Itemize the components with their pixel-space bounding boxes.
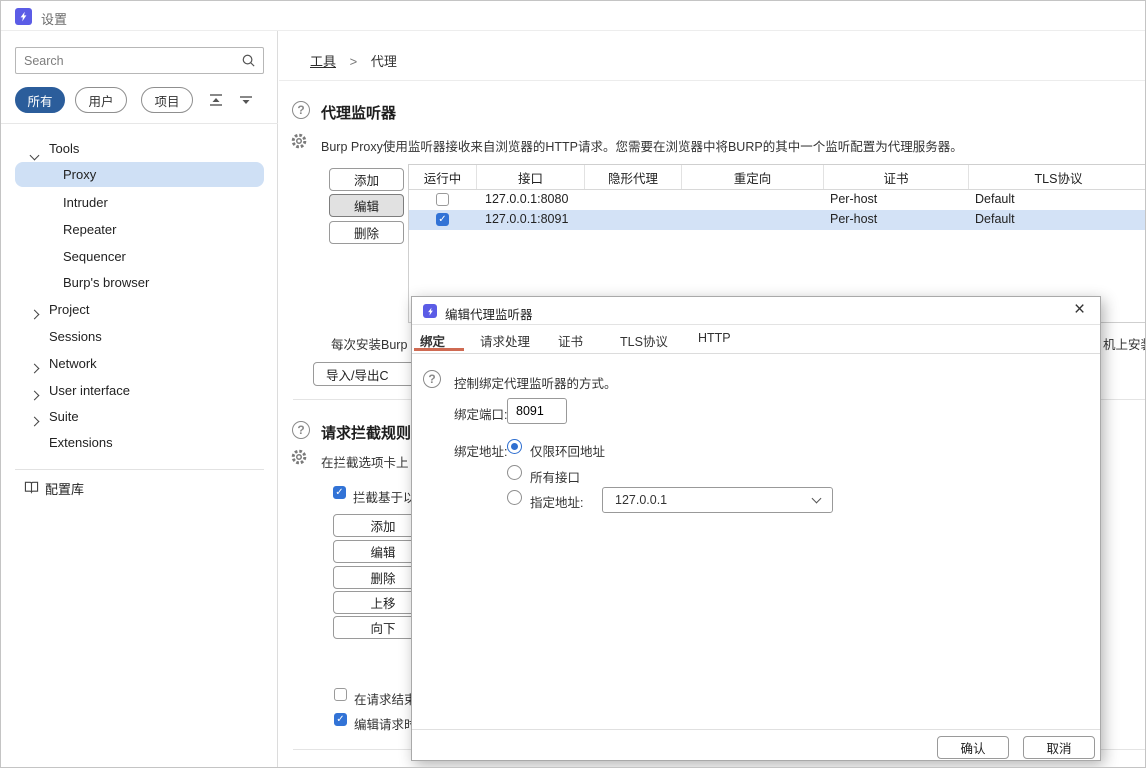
- sidebar-item-sequencer[interactable]: Sequencer: [63, 249, 126, 264]
- gear-icon[interactable]: [290, 448, 308, 469]
- specific-address-radio-label: 指定地址:: [530, 492, 583, 511]
- cancel-button[interactable]: 取消: [1023, 736, 1095, 759]
- edit-request-checkbox[interactable]: ✓: [334, 713, 347, 726]
- sidebar-item-burps-browser[interactable]: Burp's browser: [63, 275, 149, 290]
- col-header-tls[interactable]: TLS协议: [969, 165, 1146, 189]
- dialog-description: 控制绑定代理监听器的方式。: [454, 373, 617, 392]
- filter-all-pill[interactable]: 所有: [15, 87, 65, 113]
- title-bar: [1, 1, 1145, 31]
- chevron-right-icon[interactable]: [31, 414, 38, 428]
- window-title: 设置: [41, 9, 67, 28]
- intercept-master-checkbox[interactable]: ✓: [333, 486, 346, 499]
- auto-forward-label: 在请求结束: [354, 689, 417, 708]
- tab-request-handling[interactable]: 请求处理: [480, 331, 530, 350]
- bind-port-input[interactable]: [507, 398, 567, 424]
- all-interfaces-radio-label: 所有接口: [530, 467, 580, 486]
- sidebar-item-proxy[interactable]: [15, 162, 264, 187]
- close-icon[interactable]: ×: [1074, 301, 1085, 319]
- interface-cell: 127.0.0.1:8091: [485, 212, 568, 226]
- sidebar-item-sessions[interactable]: Sessions: [49, 329, 102, 344]
- specific-address-select[interactable]: 127.0.0.1: [602, 487, 833, 513]
- certificate-cell: Per-host: [830, 192, 877, 206]
- listeners-description: Burp Proxy使用监听器接收来自浏览器的HTTP请求。您需要在浏览器中将B…: [321, 136, 963, 155]
- running-checkbox[interactable]: ✓: [436, 213, 449, 226]
- breadcrumb-separator: >: [350, 54, 358, 69]
- breadcrumb: 工具 > 代理: [310, 51, 397, 70]
- sidebar-group-user-interface[interactable]: User interface: [49, 383, 130, 398]
- listener-delete-button[interactable]: 删除: [329, 221, 404, 244]
- edit-listener-dialog: 编辑代理监听器 × 绑定 请求处理 证书 TLS协议 HTTP ? 控制绑定代理…: [411, 296, 1101, 761]
- ca-cert-text-right: 机上安装的: [1103, 334, 1146, 353]
- help-icon[interactable]: ?: [423, 370, 441, 388]
- listener-edit-button[interactable]: 编辑: [329, 194, 404, 217]
- breadcrumb-current: 代理: [371, 54, 397, 69]
- chevron-down-icon[interactable]: [31, 148, 38, 162]
- tab-tls[interactable]: TLS协议: [620, 331, 668, 350]
- col-header-redirect[interactable]: 重定向: [682, 165, 824, 189]
- chevron-down-icon: [812, 494, 822, 504]
- all-interfaces-radio[interactable]: [507, 465, 522, 480]
- filter-project-pill[interactable]: 项目: [141, 87, 193, 113]
- sidebar-item-extensions[interactable]: Extensions: [49, 435, 113, 450]
- chevron-right-icon[interactable]: [31, 361, 38, 375]
- auto-forward-checkbox[interactable]: [334, 688, 347, 701]
- interface-cell: 127.0.0.1:8080: [485, 192, 568, 206]
- sidebar-item-config-library[interactable]: 配置库: [1, 477, 278, 501]
- expand-all-icon[interactable]: [207, 91, 229, 111]
- listeners-section-title: 代理监听器: [321, 102, 396, 123]
- confirm-button[interactable]: 确认: [937, 736, 1009, 759]
- sidebar-item-intruder[interactable]: Intruder: [63, 195, 108, 210]
- listener-add-button[interactable]: 添加: [329, 168, 404, 191]
- settings-window: 设置 所有 用户 项目 Tools Proxy Intruder Repeate…: [0, 0, 1146, 768]
- specific-address-value: 127.0.0.1: [603, 493, 667, 507]
- sidebar-group-network[interactable]: Network: [49, 356, 97, 371]
- search-input[interactable]: [24, 48, 234, 73]
- tab-certificate[interactable]: 证书: [558, 331, 583, 350]
- table-row-selected[interactable]: ✓ 127.0.0.1:8091 Per-host Default: [409, 210, 1146, 230]
- edit-request-label: 编辑请求时: [354, 714, 417, 733]
- sidebar-item-proxy-label: Proxy: [63, 167, 96, 182]
- sidebar-item-repeater[interactable]: Repeater: [63, 222, 116, 237]
- col-header-interface[interactable]: 接口: [477, 165, 585, 189]
- bind-address-label: 绑定地址:: [454, 441, 507, 460]
- chevron-right-icon[interactable]: [31, 388, 38, 402]
- search-icon: [241, 53, 256, 71]
- help-icon[interactable]: ?: [292, 421, 310, 439]
- loopback-radio[interactable]: [507, 439, 522, 454]
- breadcrumb-tools-link[interactable]: 工具: [310, 54, 336, 69]
- active-tab-underline: [414, 348, 464, 351]
- collapse-all-icon[interactable]: [237, 91, 259, 111]
- sidebar: 所有 用户 项目 Tools Proxy Intruder Repeater S…: [1, 31, 278, 768]
- sidebar-group-project[interactable]: Project: [49, 302, 89, 317]
- running-checkbox[interactable]: [436, 193, 449, 206]
- chevron-right-icon[interactable]: [31, 307, 38, 321]
- specific-address-radio[interactable]: [507, 490, 522, 505]
- help-icon[interactable]: ?: [292, 101, 310, 119]
- ca-cert-text-left: 每次安装Burp: [331, 334, 407, 353]
- tls-cell: Default: [975, 192, 1015, 206]
- intercept-master-label: 拦截基于以: [353, 487, 416, 506]
- bind-port-label: 绑定端口:: [454, 404, 507, 423]
- search-input-wrap: [15, 47, 264, 74]
- dialog-title: 编辑代理监听器: [445, 304, 533, 323]
- col-header-running[interactable]: 运行中: [409, 165, 477, 189]
- interception-description: 在拦截选项卡上: [321, 452, 409, 471]
- tls-cell: Default: [975, 212, 1015, 226]
- filter-user-pill[interactable]: 用户: [75, 87, 127, 113]
- gear-icon[interactable]: [290, 132, 308, 153]
- interception-section-title: 请求拦截规则: [321, 422, 411, 443]
- table-row[interactable]: 127.0.0.1:8080 Per-host Default: [409, 190, 1146, 210]
- tab-http[interactable]: HTTP: [698, 331, 731, 345]
- library-icon: [24, 480, 39, 497]
- loopback-radio-label: 仅限环回地址: [530, 441, 605, 460]
- col-header-invisible[interactable]: 隐形代理: [585, 165, 682, 189]
- certificate-cell: Per-host: [830, 212, 877, 226]
- col-header-certificate[interactable]: 证书: [824, 165, 969, 189]
- sidebar-group-tools[interactable]: Tools: [49, 141, 79, 156]
- burp-logo-icon: [15, 8, 32, 25]
- burp-logo-icon: [423, 304, 437, 318]
- config-library-label: 配置库: [45, 479, 84, 498]
- sidebar-group-suite[interactable]: Suite: [49, 409, 79, 424]
